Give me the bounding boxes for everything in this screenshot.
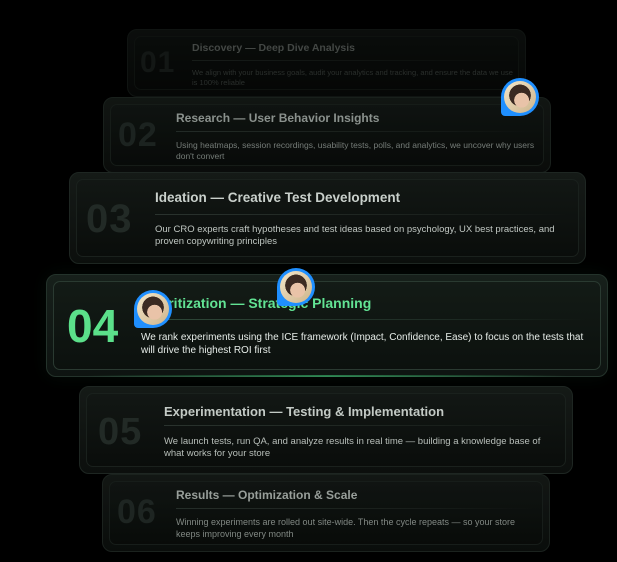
step-title: Results — Optimization & Scale bbox=[176, 488, 358, 502]
step-card-04-active: 04 Prioritization — Strategic Planning W… bbox=[46, 274, 608, 377]
step-title: Experimentation — Testing & Implementati… bbox=[164, 404, 445, 419]
active-glow bbox=[87, 375, 567, 377]
step-description: Our CRO experts craft hypotheses and tes… bbox=[155, 224, 555, 247]
divider bbox=[176, 131, 534, 132]
divider bbox=[141, 319, 587, 320]
step-card-05: 05 Experimentation — Testing & Implement… bbox=[79, 386, 573, 474]
avatar bbox=[501, 78, 539, 116]
avatar bbox=[134, 290, 172, 328]
step-title: Ideation — Creative Test Development bbox=[155, 190, 401, 205]
divider bbox=[164, 425, 556, 426]
avatar bbox=[277, 268, 315, 306]
avatar-photo bbox=[280, 271, 312, 303]
step-number: 03 bbox=[86, 197, 133, 241]
divider bbox=[176, 508, 533, 509]
step-title: Discovery — Deep Dive Analysis bbox=[192, 42, 356, 54]
divider bbox=[155, 214, 567, 215]
step-number: 02 bbox=[118, 116, 158, 154]
step-title: Research — User Behavior Insights bbox=[176, 111, 380, 125]
step-title: Prioritization — Strategic Planning bbox=[141, 295, 372, 311]
divider bbox=[192, 60, 511, 61]
step-number: 04 bbox=[67, 300, 119, 352]
step-card-03: 03 Ideation — Creative Test Development … bbox=[69, 172, 586, 264]
step-description: We rank experiments using the ICE framew… bbox=[141, 332, 584, 356]
step-description: Winning experiments are rolled out site-… bbox=[176, 517, 515, 539]
step-description: We launch tests, run QA, and analyze res… bbox=[164, 436, 541, 459]
step-number: 01 bbox=[140, 46, 176, 79]
step-number: 05 bbox=[98, 411, 143, 453]
step-description: Using heatmaps, session recordings, usab… bbox=[176, 140, 535, 161]
avatar-photo bbox=[137, 293, 169, 325]
step-card-01: 01 Discovery — Deep Dive Analysis We ali… bbox=[127, 29, 526, 97]
step-number: 06 bbox=[117, 493, 157, 531]
avatar-photo bbox=[504, 81, 536, 113]
step-description: We align with your business goals, audit… bbox=[192, 68, 513, 87]
step-card-02: 02 Research — User Behavior Insights Usi… bbox=[103, 97, 551, 173]
step-card-06: 06 Results — Optimization & Scale Winnin… bbox=[102, 474, 550, 552]
